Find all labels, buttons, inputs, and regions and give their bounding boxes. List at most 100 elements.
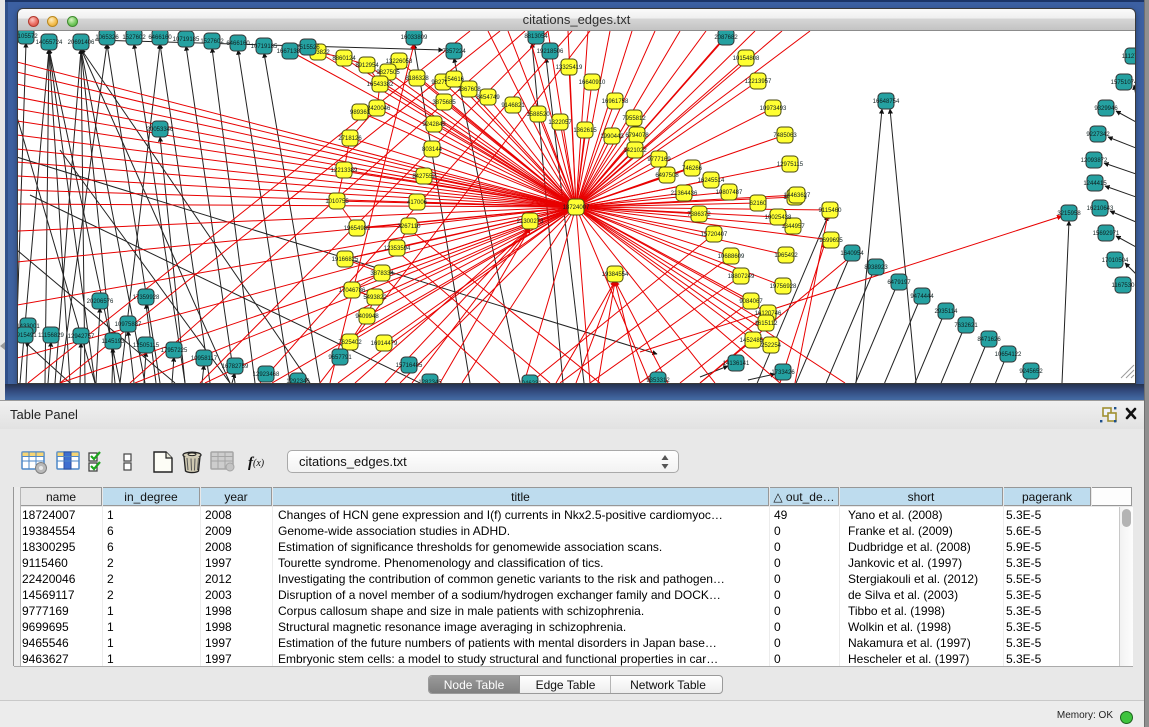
- svg-text:1292346: 1292346: [286, 379, 310, 383]
- svg-text:10719185: 10719185: [251, 44, 278, 50]
- svg-text:1990443: 1990443: [600, 134, 624, 140]
- svg-text:10807487: 10807487: [716, 190, 743, 196]
- svg-text:3267110: 3267110: [398, 224, 422, 230]
- svg-text:1167530: 1167530: [1112, 283, 1135, 289]
- svg-text:12353594: 12353594: [384, 246, 411, 252]
- svg-text:3878334: 3878334: [370, 271, 394, 277]
- svg-text:9329946: 9329946: [1094, 106, 1118, 112]
- svg-text:7515526: 7515526: [296, 45, 320, 51]
- svg-text:8912954: 8912954: [355, 63, 379, 69]
- svg-text:9827505: 9827505: [376, 70, 400, 76]
- svg-text:20206576: 20206576: [87, 299, 114, 305]
- svg-text:6466160: 6466160: [148, 35, 172, 41]
- svg-text:6466160: 6466160: [226, 41, 250, 47]
- svg-text:6497508: 6497508: [655, 173, 679, 179]
- svg-text:7357224: 7357224: [442, 49, 466, 55]
- svg-text:16210643: 16210643: [1087, 206, 1114, 212]
- svg-text:5493822: 5493822: [363, 295, 387, 301]
- svg-text:8471626: 8471626: [977, 337, 1001, 343]
- svg-text:17359928: 17359928: [133, 295, 160, 301]
- svg-text:13325419: 13325419: [556, 65, 583, 71]
- svg-text:1588520: 1588520: [526, 112, 550, 118]
- svg-text:16640910: 16640910: [579, 80, 606, 86]
- svg-text:8860124: 8860124: [332, 56, 356, 62]
- svg-text:9084067: 9084067: [739, 299, 763, 305]
- svg-text:7386372: 7386372: [687, 212, 711, 218]
- svg-text:1244415: 1244415: [1083, 181, 1107, 187]
- svg-text:3215958: 3215958: [1057, 211, 1081, 217]
- svg-text:14055724: 14055724: [36, 40, 63, 46]
- svg-text:252254: 252254: [761, 343, 782, 349]
- svg-text:19166825: 19166825: [332, 257, 359, 263]
- svg-text:1965492: 1965492: [774, 253, 798, 259]
- svg-text:9699695: 9699695: [819, 238, 843, 244]
- svg-text:19218506: 19218506: [537, 49, 564, 55]
- svg-text:1010755: 1010755: [325, 199, 349, 205]
- svg-text:12923468: 12923468: [253, 372, 280, 378]
- svg-text:14463627: 14463627: [784, 193, 811, 199]
- svg-text:3915491: 3915491: [18, 333, 37, 339]
- svg-text:1344957: 1344957: [781, 224, 805, 230]
- svg-text:17046786: 17046786: [339, 288, 366, 294]
- svg-text:12213389: 12213389: [331, 168, 358, 174]
- svg-text:12942757: 12942757: [68, 334, 95, 340]
- svg-text:16033809: 16033809: [401, 35, 428, 41]
- svg-text:11156829: 11156829: [38, 333, 64, 339]
- svg-text:16782759: 16782759: [222, 364, 249, 370]
- svg-text:9777169: 9777169: [647, 157, 671, 163]
- svg-text:6479197: 6479197: [887, 280, 911, 286]
- svg-text:19654985: 19654985: [344, 226, 371, 232]
- svg-text:1145193: 1145193: [102, 339, 126, 345]
- svg-text:9242845: 9242845: [422, 122, 446, 128]
- svg-text:9353312: 9353312: [646, 378, 670, 383]
- svg-text:10975887: 10975887: [115, 322, 142, 328]
- svg-text:1065326: 1065326: [95, 35, 119, 41]
- svg-text:1640954: 1640954: [840, 251, 864, 257]
- svg-text:17957225: 17957225: [161, 348, 188, 354]
- svg-text:803144: 803144: [422, 147, 443, 153]
- svg-text:3875685: 3875685: [432, 100, 456, 106]
- svg-text:2367608: 2367608: [457, 87, 481, 93]
- svg-text:12975115: 12975115: [777, 162, 804, 168]
- svg-text:10654122: 10654122: [995, 352, 1022, 358]
- svg-text:8454749: 8454749: [476, 95, 500, 101]
- svg-text:1362615: 1362615: [573, 128, 597, 134]
- svg-text:9146821: 9146821: [501, 103, 525, 109]
- svg-text:16914479: 16914479: [371, 341, 398, 347]
- svg-text:20053346: 20053346: [147, 127, 174, 133]
- svg-text:10719185: 10719185: [173, 37, 200, 43]
- svg-text:14136141: 14136141: [723, 361, 750, 367]
- svg-text:62160: 62160: [750, 201, 767, 207]
- svg-text:1527602: 1527602: [122, 35, 146, 41]
- svg-text:1527602: 1527602: [200, 39, 224, 45]
- svg-text:6794078: 6794078: [625, 133, 649, 139]
- svg-text:16543382: 16543382: [367, 82, 394, 88]
- svg-text:1615112: 1615112: [755, 321, 779, 327]
- svg-text:1282345: 1282345: [418, 380, 442, 383]
- svg-text:417006: 417006: [407, 200, 428, 206]
- svg-text:1046231: 1046231: [518, 381, 542, 383]
- svg-text:1112703: 1112703: [1122, 54, 1135, 60]
- svg-text:9245652: 9245652: [1019, 369, 1043, 375]
- svg-text:10154808: 10154808: [733, 56, 760, 62]
- svg-text:7955812: 7955812: [622, 116, 646, 122]
- svg-text:19756928: 19756928: [770, 284, 797, 290]
- svg-text:20691406: 20691406: [68, 40, 95, 46]
- svg-text:19384554: 19384554: [602, 272, 629, 278]
- svg-text:1421022: 1421022: [623, 148, 647, 154]
- svg-text:746266: 746266: [682, 166, 703, 172]
- svg-text:10688609: 10688609: [718, 254, 745, 260]
- svg-text:10973493: 10973493: [760, 106, 787, 112]
- svg-text:1733426: 1733426: [771, 370, 795, 376]
- svg-text:2087682: 2087682: [714, 35, 738, 41]
- svg-text:7625402: 7625402: [338, 340, 362, 346]
- svg-text:9657791: 9657791: [328, 355, 352, 361]
- svg-text:9115460: 9115460: [819, 208, 843, 214]
- svg-text:7485063: 7485063: [773, 133, 797, 139]
- svg-text:10958117: 10958117: [191, 356, 218, 362]
- svg-text:18807249: 18807249: [728, 274, 755, 280]
- svg-text:7632621: 7632621: [954, 323, 978, 329]
- svg-text:15720407: 15720407: [701, 232, 728, 238]
- svg-text:9227342: 9227342: [1086, 132, 1110, 138]
- svg-text:15716485: 15716485: [396, 363, 423, 369]
